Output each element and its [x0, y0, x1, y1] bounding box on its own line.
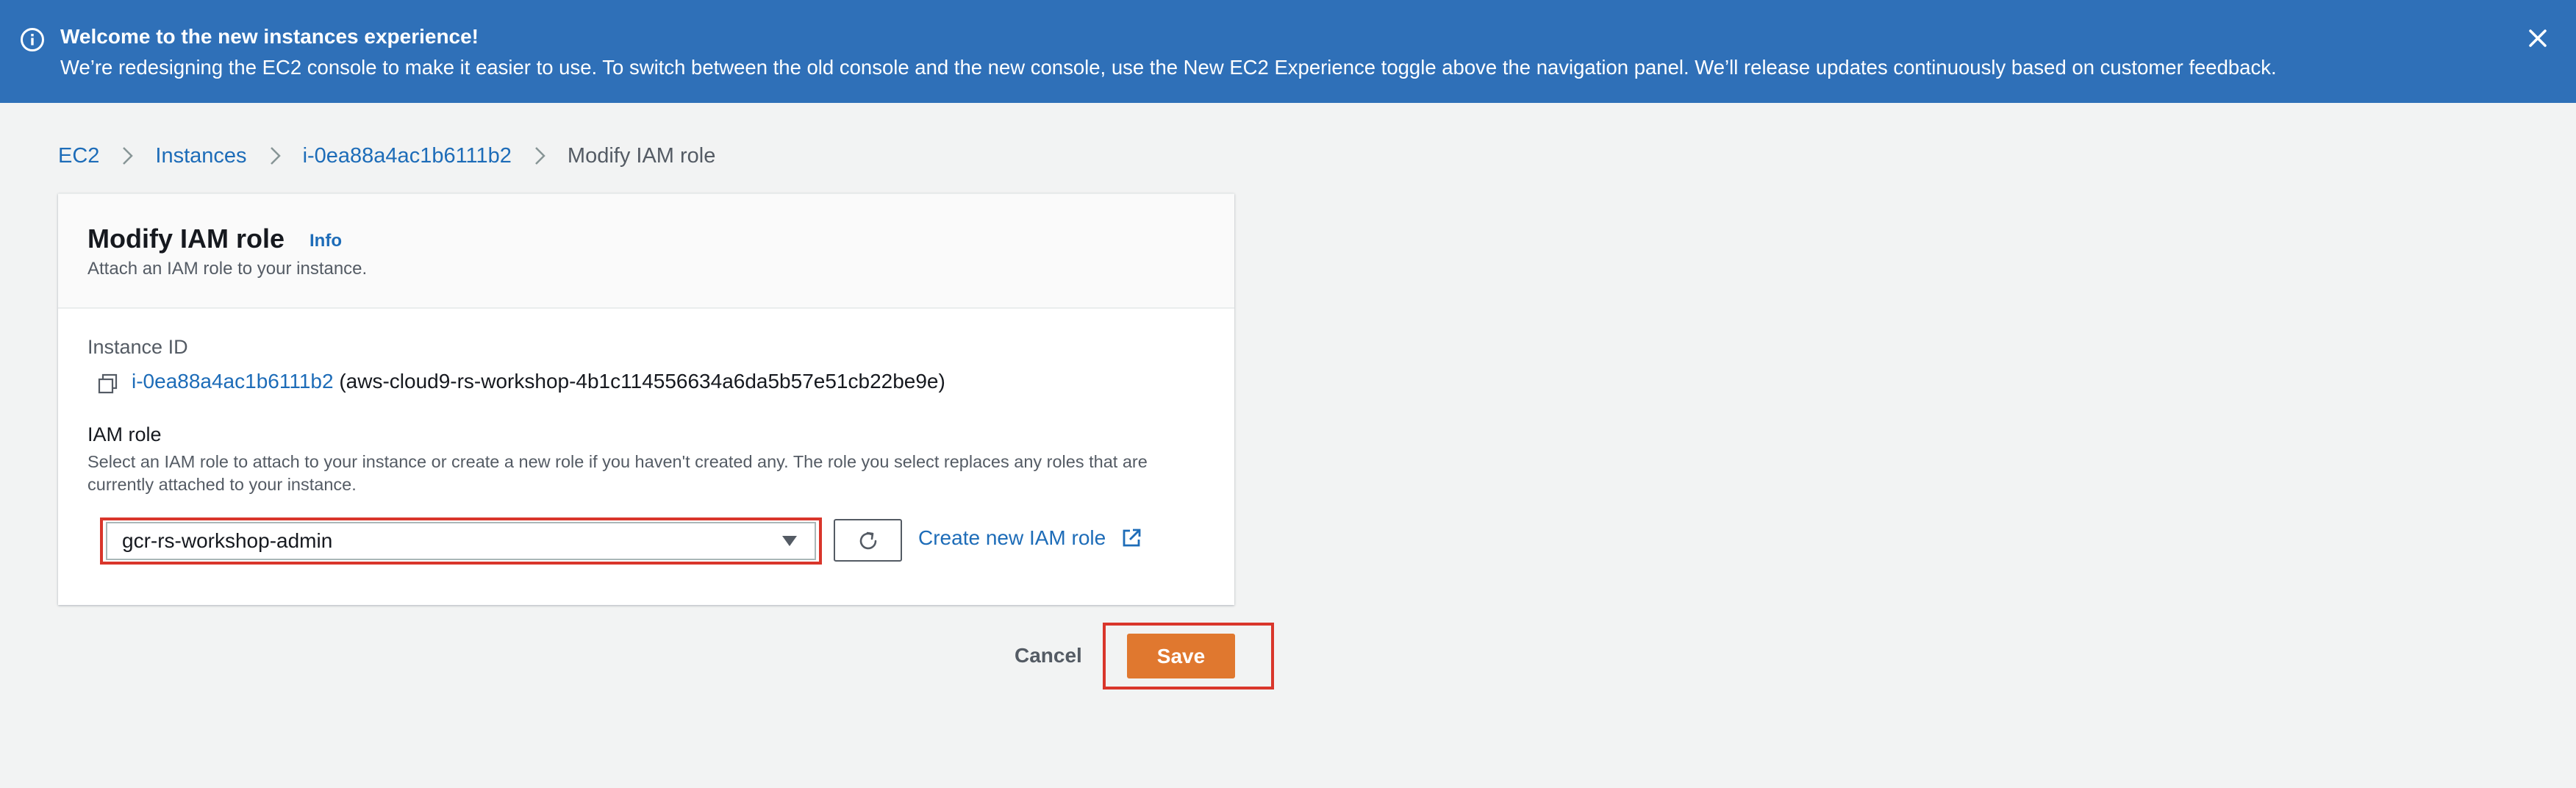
- save-button[interactable]: Save: [1127, 634, 1235, 678]
- caret-down-icon: [782, 536, 797, 546]
- breadcrumb-instance-id[interactable]: i-0ea88a4ac1b6111b2: [303, 144, 512, 168]
- chevron-right-icon: [270, 147, 281, 165]
- banner-title: Welcome to the new instances experience!: [60, 25, 479, 48]
- iam-role-description: Select an IAM role to attach to your ins…: [87, 452, 1148, 494]
- external-link-icon: [1123, 529, 1141, 547]
- instance-id-label: Instance ID: [87, 336, 188, 358]
- instance-id-value: i-0ea88a4ac1b6111b2 (aws-cloud9-rs-works…: [132, 370, 945, 393]
- breadcrumb: EC2 Instances i-0ea88a4ac1b6111b2 Modify…: [58, 141, 715, 171]
- breadcrumb-current-page: Modify IAM role: [567, 143, 716, 168]
- instance-id-link[interactable]: i-0ea88a4ac1b6111b2: [132, 370, 334, 393]
- info-link[interactable]: Info: [310, 231, 342, 251]
- chevron-right-icon: [123, 147, 134, 165]
- panel-subtitle: Attach an IAM role to your instance.: [87, 259, 368, 279]
- panel-header: Modify IAM role Info Attach an IAM role …: [58, 194, 1234, 309]
- refresh-button[interactable]: [834, 519, 902, 562]
- refresh-icon: [859, 531, 877, 550]
- modify-iam-role-panel: Modify IAM role Info Attach an IAM role …: [58, 193, 1234, 605]
- copy-icon[interactable]: [96, 372, 120, 395]
- chevron-right-icon: [535, 147, 545, 165]
- iam-role-select[interactable]: gcr-rs-workshop-admin: [106, 522, 816, 560]
- cancel-button[interactable]: Cancel: [1006, 640, 1091, 672]
- breadcrumb-ec2[interactable]: EC2: [58, 144, 99, 168]
- info-icon: [21, 28, 44, 51]
- create-new-iam-role-label: Create new IAM role: [918, 526, 1106, 549]
- create-new-iam-role-link[interactable]: Create new IAM role: [918, 526, 1142, 550]
- banner-message: We’re redesigning the EC2 console to mak…: [60, 56, 2277, 79]
- breadcrumb-instances[interactable]: Instances: [155, 144, 246, 168]
- iam-role-label: IAM role: [87, 423, 162, 445]
- instance-name: (aws-cloud9-rs-workshop-4b1c114556634a6d…: [339, 370, 945, 393]
- close-icon[interactable]: [2523, 24, 2552, 53]
- page-title: Modify IAM role: [87, 223, 285, 254]
- selected-iam-role: gcr-rs-workshop-admin: [122, 529, 333, 552]
- notification-banner: Welcome to the new instances experience!…: [0, 0, 2576, 103]
